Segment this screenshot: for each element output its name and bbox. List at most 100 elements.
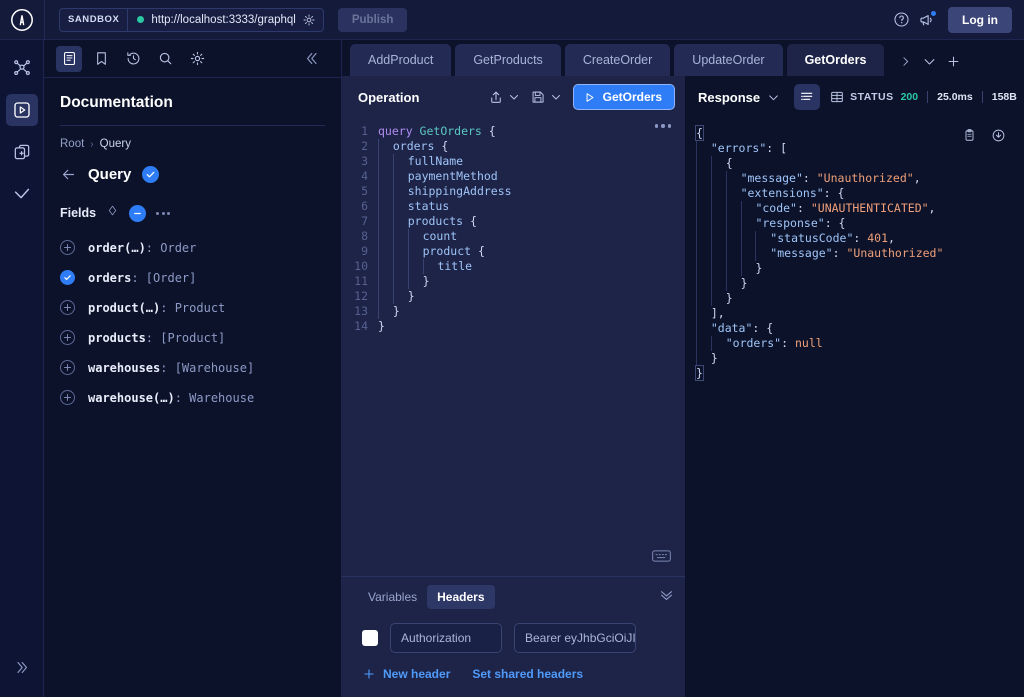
tabs-menu-button[interactable] [918, 50, 940, 72]
more-dots-icon [654, 124, 658, 128]
sidebar-item-schema[interactable] [6, 52, 38, 84]
new-tab-button[interactable] [942, 50, 964, 72]
field-add-icon[interactable] [60, 330, 75, 345]
field-row[interactable]: warehouse(…): Warehouse [60, 386, 325, 409]
tab-variables[interactable]: Variables [358, 585, 427, 609]
back-button[interactable] [60, 166, 77, 183]
operation-tab[interactable]: CreateOrder [564, 44, 671, 76]
operation-tab[interactable]: AddProduct [350, 44, 452, 76]
header-key-input[interactable]: Authorization [390, 623, 502, 653]
tabs-scroll-right-button[interactable] [894, 50, 916, 72]
set-shared-headers-button[interactable]: Set shared headers [472, 667, 583, 681]
fields-sort-button[interactable] [106, 204, 119, 222]
docs-tab-settings[interactable] [184, 46, 210, 72]
sidebar-item-explorer[interactable] [5, 94, 38, 126]
query-code[interactable]: 1 query GetOrders {2 orders {3 fullName 4 … [342, 124, 685, 334]
new-header-button[interactable]: New header [362, 667, 450, 681]
variables-collapse-button[interactable] [658, 586, 675, 608]
field-add-icon[interactable] [60, 390, 75, 405]
json-line: ], [696, 306, 1024, 321]
sidebar-item-checks[interactable] [6, 178, 38, 210]
response-pane: Response STATUS 200 25.0ms 158B {"error… [686, 76, 1024, 697]
field-row[interactable]: warehouses: [Warehouse] [60, 356, 325, 379]
operation-tabbar: AddProduct GetProducts CreateOrder UpdateOr… [342, 40, 1024, 76]
save-options-button[interactable] [549, 86, 563, 108]
apollo-logo[interactable] [0, 8, 44, 32]
endpoint-pill[interactable]: SANDBOX http://localhost:3333/graphql [59, 7, 324, 32]
copy-response-button[interactable] [962, 128, 977, 143]
topbar-divider [44, 0, 45, 40]
line-number: 2 [361, 139, 368, 153]
tab-headers[interactable]: Headers [427, 585, 495, 609]
json-text: "message": "Unauthorized" [696, 246, 943, 261]
announcements-button[interactable] [914, 7, 940, 33]
operation-tab[interactable]: GetOrders [786, 44, 885, 76]
field-add-icon[interactable] [60, 360, 75, 375]
response-menu-button[interactable] [767, 91, 780, 104]
download-response-button[interactable] [991, 128, 1006, 143]
code-line: 3 fullName [342, 154, 685, 169]
keyboard-shortcuts-button[interactable] [652, 549, 671, 568]
field-selected-icon[interactable] [60, 270, 75, 285]
docs-tab-documentation[interactable] [56, 45, 82, 72]
response-json[interactable]: { "errors": [ { "message": "Unauthorized… [695, 125, 1024, 381]
field-name: product(…) [88, 300, 161, 315]
header-enabled-checkbox[interactable] [362, 630, 378, 646]
json-list-icon [801, 92, 813, 100]
operation-title: Operation [358, 89, 420, 105]
json-text: "orders": null [696, 336, 823, 351]
json-line: "message": "Unauthorized" [696, 246, 1024, 261]
docs-collapse-button[interactable] [299, 46, 325, 72]
indent-guide [378, 154, 393, 169]
help-button[interactable] [888, 7, 914, 33]
endpoint-url[interactable]: http://localhost:3333/graphql [151, 14, 302, 26]
header-actions: New header Set shared headers [342, 653, 685, 697]
fields-more-button[interactable] [156, 209, 171, 218]
response-table-view-button[interactable] [824, 84, 850, 110]
share-operation-button[interactable] [485, 86, 507, 108]
json-text: } [696, 261, 762, 276]
docs-tab-saved[interactable] [88, 46, 114, 72]
json-text: } [696, 351, 718, 366]
indent-guide [725, 171, 741, 186]
field-row[interactable]: product(…): Product [60, 296, 325, 319]
rail-expand-button[interactable] [6, 651, 38, 683]
minus-icon [134, 212, 142, 214]
operation-tab[interactable]: UpdateOrder [674, 44, 783, 76]
field-row[interactable]: order(…): Order [60, 236, 325, 259]
query-editor[interactable]: 1 query GetOrders {2 orders {3 fullName 4 … [342, 118, 685, 576]
field-type: : [Order] [131, 270, 197, 285]
docs-tab-history[interactable] [120, 46, 146, 72]
type-selected-badge[interactable] [142, 166, 160, 183]
response-title: Response [698, 89, 761, 105]
endpoint-settings-button[interactable] [302, 13, 316, 27]
save-operation-button[interactable] [527, 86, 549, 108]
response-body[interactable]: { "errors": [ { "message": "Unauthorized… [686, 118, 1024, 697]
field-row[interactable]: products: [Product] [60, 326, 325, 349]
indent-guide [378, 214, 393, 229]
field-add-icon[interactable] [60, 240, 75, 255]
breadcrumb-root[interactable]: Root [60, 138, 84, 150]
code-text: product { [378, 244, 485, 259]
docs-tab-search[interactable] [152, 46, 178, 72]
check-icon [64, 275, 71, 281]
response-json-view-button[interactable] [794, 84, 821, 110]
share-options-button[interactable] [507, 86, 521, 108]
code-text: } [378, 319, 385, 333]
field-row[interactable]: orders: [Order] [60, 266, 325, 289]
indent-guide [696, 336, 711, 351]
field-add-icon[interactable] [60, 300, 75, 315]
sidebar-item-collections[interactable] [6, 136, 38, 168]
fields-deselect-button[interactable] [129, 204, 147, 222]
chevron-down-icon [551, 95, 560, 100]
indent-guide [407, 274, 423, 289]
run-operation-button[interactable]: GetOrders [572, 84, 675, 110]
app-body: Documentation Root › Query Query Fields … [0, 40, 1024, 697]
login-button[interactable]: Log in [948, 6, 1012, 33]
header-value-input[interactable]: Bearer eyJhbGciOiJII [514, 623, 636, 653]
operation-tab[interactable]: GetProducts [455, 44, 561, 76]
indent-guide [696, 261, 711, 276]
publish-button[interactable]: Publish [337, 7, 408, 32]
line-number: 3 [361, 154, 368, 168]
editor-more-button[interactable] [654, 124, 671, 128]
